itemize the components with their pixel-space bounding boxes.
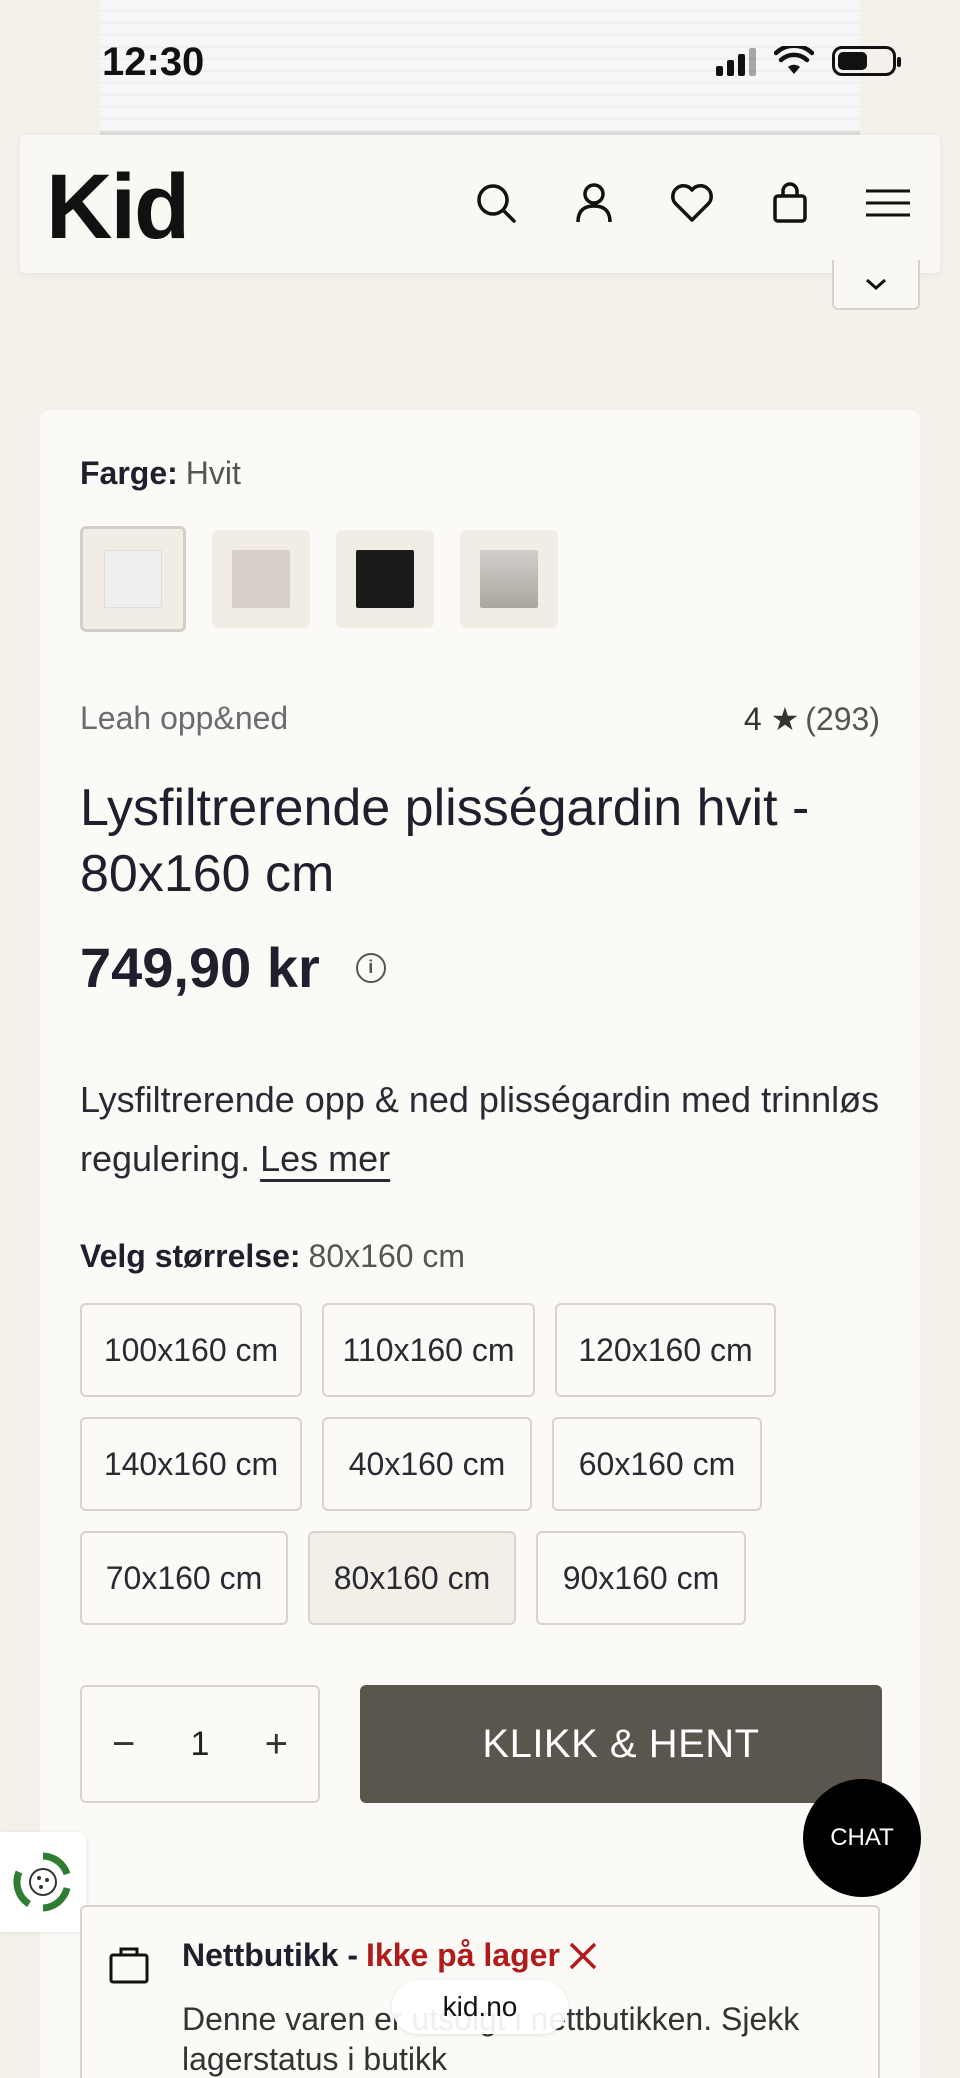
size-option[interactable]: 90x160 cm — [536, 1531, 746, 1625]
brand-rating-row: Leah opp&ned 4 ★ (293) — [80, 700, 880, 738]
product-description: Lysfiltrerende opp & ned plisségardin me… — [80, 1070, 880, 1188]
bag-outline-icon — [109, 1947, 149, 1984]
chat-button[interactable]: CHAT — [803, 1779, 921, 1897]
chevron-down-icon — [866, 278, 886, 291]
product-rating[interactable]: 4 ★ (293) — [744, 700, 880, 738]
size-option[interactable]: 60x160 cm — [552, 1417, 762, 1511]
size-option[interactable]: 110x160 cm — [322, 1303, 535, 1397]
size-value: 80x160 cm — [308, 1238, 466, 1274]
decrement-button[interactable]: − — [112, 1722, 135, 1767]
size-option[interactable]: 100x160 cm — [80, 1303, 302, 1397]
header-dropdown-toggle[interactable] — [832, 260, 920, 310]
size-selector-label: Velg størrelse: 80x160 cm — [80, 1238, 465, 1275]
color-label: Farge: — [80, 455, 178, 491]
product-title: Lysfiltrerende plisségardin hvit - 80x16… — [80, 779, 810, 903]
swatch-beige[interactable] — [212, 530, 310, 628]
size-label: Velg størrelse: — [80, 1238, 301, 1274]
price-row: 749,90 kr i — [80, 935, 386, 1000]
description-text: Lysfiltrerende opp & ned plisségardin me… — [80, 1079, 880, 1179]
product-price: 749,90 kr — [80, 936, 320, 999]
status-bar: 12:30 — [0, 0, 960, 130]
search-icon[interactable] — [468, 175, 524, 231]
quantity-value[interactable]: 1 — [191, 1725, 210, 1764]
size-option[interactable]: 70x160 cm — [80, 1531, 288, 1625]
recycle-icon — [13, 1852, 71, 1912]
click-and-collect-button[interactable]: KLIKK & HENT — [360, 1685, 882, 1803]
color-swatches — [80, 526, 558, 632]
size-option[interactable]: 40x160 cm — [322, 1417, 532, 1511]
site-header: Kid — [20, 135, 940, 273]
close-x-icon — [569, 1942, 597, 1969]
swatch-black[interactable] — [336, 530, 434, 628]
signal-icon — [716, 46, 756, 76]
product-card: Farge: Hvit Leah opp&ned 4 ★ (293) Lysfilt… — [40, 410, 920, 2078]
browser-url-pill[interactable]: kid.no — [392, 1980, 568, 2034]
status-icons — [716, 46, 901, 76]
status-time: 12:30 — [102, 40, 205, 84]
stock-status: Ikke på lager — [366, 1937, 560, 1973]
read-more-link[interactable]: Les mer — [260, 1138, 390, 1179]
rating-count: (293) — [805, 701, 880, 737]
site-logo[interactable]: Kid — [46, 155, 190, 260]
quantity-stepper: − 1 + — [80, 1685, 320, 1803]
wifi-icon — [774, 46, 814, 74]
color-selector-label: Farge: Hvit — [80, 455, 241, 492]
star-icon: ★ — [770, 701, 800, 737]
size-option[interactable]: 120x160 cm — [555, 1303, 776, 1397]
swatch-grey[interactable] — [460, 530, 558, 628]
size-option[interactable]: 140x160 cm — [80, 1417, 302, 1511]
size-options: 100x160 cm 110x160 cm 120x160 cm 140x160… — [80, 1303, 880, 1645]
increment-button[interactable]: + — [265, 1722, 288, 1767]
header-icons — [468, 175, 916, 231]
menu-icon[interactable] — [860, 175, 916, 231]
eco-badge[interactable] — [0, 1832, 86, 1932]
bag-icon[interactable] — [762, 175, 818, 231]
swatch-white[interactable] — [80, 526, 186, 632]
stock-heading: Nettbutikk - Ikke på lager — [182, 1937, 598, 1974]
info-icon[interactable]: i — [355, 952, 386, 983]
heart-icon[interactable] — [664, 175, 720, 231]
rating-value: 4 — [743, 701, 762, 737]
user-icon[interactable] — [566, 175, 622, 231]
battery-icon — [832, 46, 901, 76]
stock-channel: Nettbutikk - — [182, 1937, 358, 1973]
size-option-selected[interactable]: 80x160 cm — [308, 1531, 516, 1625]
product-brand[interactable]: Leah opp&ned — [80, 700, 288, 738]
color-value: Hvit — [185, 455, 241, 491]
